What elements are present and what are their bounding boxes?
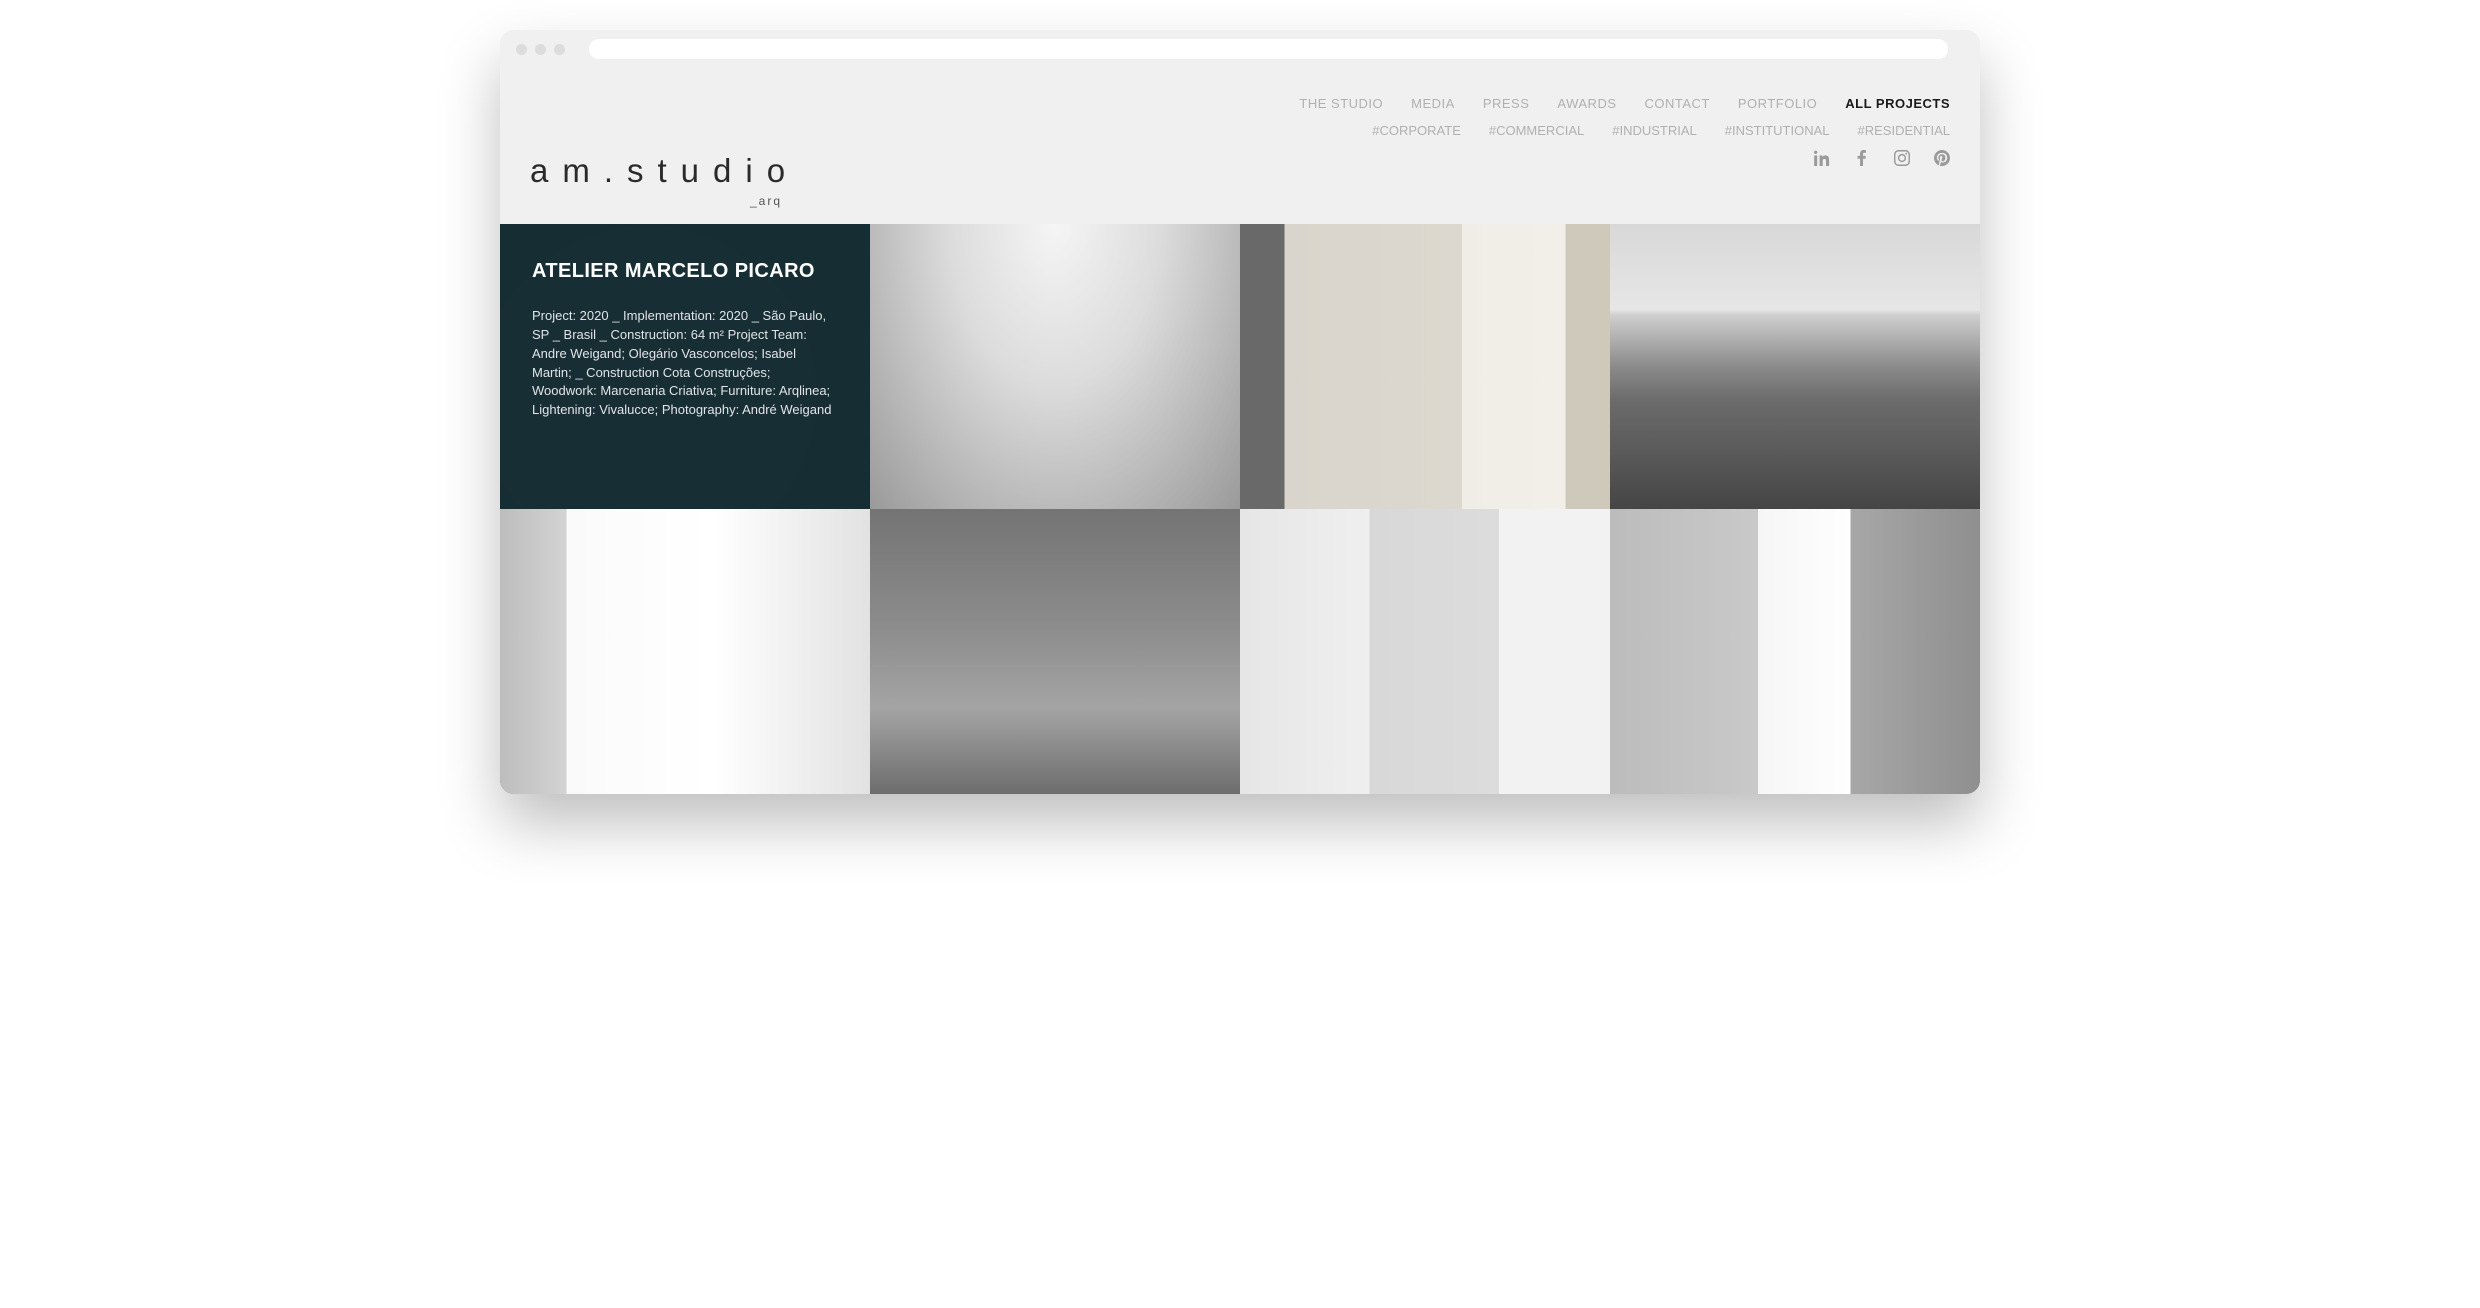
project-description: Project: 2020 _ Implementation: 2020 _ S… [532,307,838,420]
linkedin-icon[interactable] [1814,150,1830,166]
filter-residential[interactable]: #RESIDENTIAL [1858,123,1950,138]
window-dot-close[interactable] [516,44,527,55]
project-thumb [870,509,1240,794]
project-thumb [1610,224,1980,509]
window-dot-maximize[interactable] [554,44,565,55]
project-tile-featured[interactable]: ATELIER MARCELO PICARO Project: 2020 _ I… [500,224,870,509]
nav-portfolio[interactable]: PORTFOLIO [1738,96,1817,111]
filter-industrial[interactable]: #INDUSTRIAL [1612,123,1697,138]
nav-awards[interactable]: AWARDS [1557,96,1616,111]
nav-the-studio[interactable]: THE STUDIO [1299,96,1383,111]
project-grid: ATELIER MARCELO PICARO Project: 2020 _ I… [500,224,1980,794]
instagram-icon[interactable] [1894,150,1910,166]
pinterest-icon[interactable] [1934,150,1950,166]
nav-press[interactable]: PRESS [1483,96,1530,111]
browser-frame: am.studio _arq THE STUDIO MEDIA PRESS AW… [500,30,1980,794]
browser-titlebar [500,30,1980,68]
filter-corporate[interactable]: #CORPORATE [1372,123,1461,138]
project-thumb [1240,224,1610,509]
project-thumb [870,224,1240,509]
facebook-icon[interactable] [1854,150,1870,166]
filter-commercial[interactable]: #COMMERCIAL [1489,123,1584,138]
project-tile[interactable] [1610,509,1980,794]
project-tile[interactable] [1240,509,1610,794]
page-content: am.studio _arq THE STUDIO MEDIA PRESS AW… [500,68,1980,794]
nav-media[interactable]: MEDIA [1411,96,1455,111]
address-bar[interactable] [589,39,1948,59]
filter-institutional[interactable]: #INSTITUTIONAL [1725,123,1830,138]
nav-contact[interactable]: CONTACT [1645,96,1710,111]
category-filters: #CORPORATE #COMMERCIAL #INDUSTRIAL #INST… [1372,123,1950,138]
nav-all-projects[interactable]: ALL PROJECTS [1845,96,1950,111]
header-nav-block: THE STUDIO MEDIA PRESS AWARDS CONTACT PO… [1299,96,1950,166]
site-header: am.studio _arq THE STUDIO MEDIA PRESS AW… [500,68,1980,224]
project-info-overlay: ATELIER MARCELO PICARO Project: 2020 _ I… [500,224,870,509]
project-tile[interactable] [1610,224,1980,509]
social-links [1814,150,1950,166]
site-logo[interactable]: am.studio _arq [530,152,799,208]
project-title: ATELIER MARCELO PICARO [532,260,838,283]
project-tile[interactable] [870,224,1240,509]
project-thumb [1240,509,1610,794]
project-tile[interactable] [870,509,1240,794]
project-thumb [1610,509,1980,794]
primary-nav: THE STUDIO MEDIA PRESS AWARDS CONTACT PO… [1299,96,1950,111]
logo-sub-text: _arq [750,194,782,208]
project-tile[interactable] [1240,224,1610,509]
window-dot-minimize[interactable] [535,44,546,55]
project-tile[interactable] [500,509,870,794]
logo-main-text: am.studio [530,152,799,190]
project-thumb [500,509,870,794]
